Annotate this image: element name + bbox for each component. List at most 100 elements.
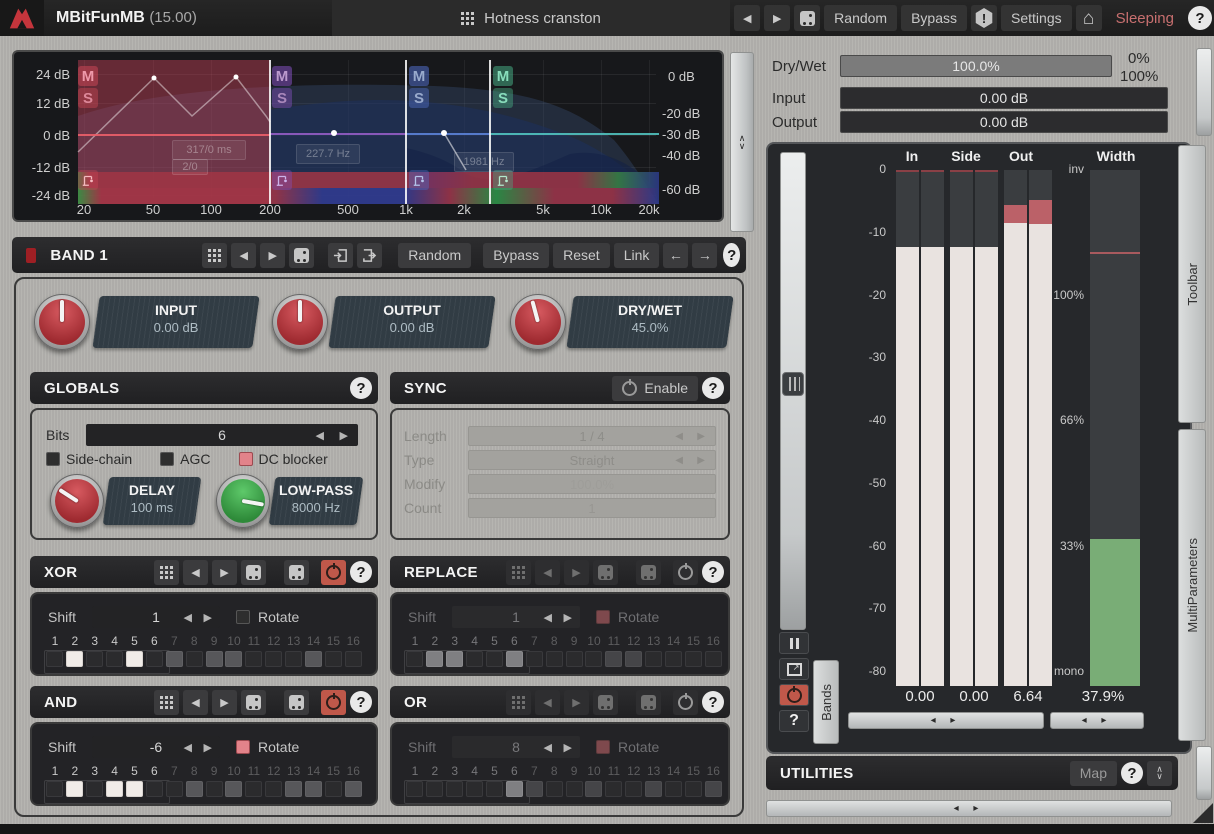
band1-side-badge[interactable]: S — [78, 88, 98, 108]
band-paste-button[interactable] — [357, 243, 382, 268]
meter-popup-button[interactable]: ↗ — [779, 658, 809, 680]
utilities-help-button[interactable]: ? — [1121, 762, 1143, 784]
bit-toggle[interactable] — [705, 651, 722, 667]
bit-toggle[interactable] — [506, 651, 523, 667]
meter-scrollbar-right[interactable]: ◂ ▸ — [1050, 712, 1144, 729]
bit-toggle[interactable] — [305, 651, 322, 667]
band1-harmonics-icon[interactable] — [78, 170, 98, 190]
agc-checkbox[interactable] — [160, 452, 174, 466]
utilities-collapse-button[interactable]: ∧∨ — [1147, 761, 1172, 786]
width-meter[interactable] — [1090, 170, 1140, 686]
meter-style-icon[interactable] — [782, 372, 804, 396]
bit-toggle[interactable] — [665, 651, 682, 667]
randomize-dice-button[interactable] — [794, 5, 820, 31]
band-reset-button[interactable]: Reset — [553, 243, 610, 268]
replace-rotate-checkbox[interactable] — [596, 610, 610, 624]
settings-button[interactable]: Settings — [1001, 5, 1072, 31]
delay-value[interactable]: 100 ms — [106, 500, 198, 515]
and-next-button[interactable]: ▶ — [212, 690, 237, 715]
band1-mid-badge[interactable]: M — [78, 66, 98, 86]
bit-toggle[interactable] — [526, 781, 543, 797]
band-move-left-button[interactable]: ← — [663, 243, 688, 268]
resize-handle[interactable] — [1193, 803, 1213, 823]
and-dice1-button[interactable] — [241, 690, 266, 715]
band2-harmonics-icon[interactable] — [272, 170, 292, 190]
lowpass-knob[interactable] — [216, 474, 270, 528]
bit-toggle[interactable] — [585, 781, 602, 797]
in-meter-left[interactable] — [896, 170, 919, 686]
bit-toggle[interactable] — [206, 651, 223, 667]
bit-toggle[interactable] — [685, 781, 702, 797]
out-meter-left[interactable] — [1004, 170, 1027, 686]
input-knob[interactable] — [34, 294, 90, 350]
bit-toggle[interactable] — [546, 651, 563, 667]
xor-rotate-checkbox[interactable] — [236, 610, 250, 624]
or-shift-bar[interactable]: 8 ◀▶ — [452, 736, 580, 758]
bit-toggle[interactable] — [566, 781, 583, 797]
or-next-button[interactable]: ▶ — [564, 690, 589, 715]
bit-toggle[interactable] — [506, 781, 523, 797]
bit-toggle[interactable] — [206, 781, 223, 797]
preset-selector[interactable]: Hotness cranston — [332, 0, 730, 36]
spectrum-collapse-handle[interactable]: ∧ ∨ — [730, 52, 754, 232]
bit-toggle[interactable] — [66, 781, 83, 797]
or-prev-button[interactable]: ◀ — [535, 690, 560, 715]
drywet-slider[interactable]: 100.0% — [840, 55, 1112, 77]
meter-pause-button[interactable] — [779, 632, 809, 654]
or-help-button[interactable]: ? — [702, 691, 724, 713]
bit-toggle[interactable] — [245, 651, 262, 667]
and-bit-row[interactable]: 12345678910111213141516 — [45, 764, 363, 797]
bit-toggle[interactable] — [225, 651, 242, 667]
sync-type-row[interactable]: Type Straight◀▶ — [404, 450, 716, 470]
bit-toggle[interactable] — [605, 781, 622, 797]
meter-scrollbar-left[interactable]: ◂ ▸ — [848, 712, 1044, 729]
and-help-button[interactable]: ? — [350, 691, 372, 713]
or-rotate-checkbox[interactable] — [596, 740, 610, 754]
bit-toggle[interactable] — [426, 651, 443, 667]
crossover-line-2k5[interactable] — [489, 60, 491, 204]
bit-toggle[interactable] — [285, 651, 302, 667]
or-presets-button[interactable] — [506, 690, 531, 715]
bit-toggle[interactable] — [46, 781, 63, 797]
output-knob[interactable] — [272, 294, 328, 350]
band4-harmonics-icon[interactable] — [493, 170, 513, 190]
bit-toggle[interactable] — [625, 651, 642, 667]
bits-decrement[interactable]: ◀ — [316, 429, 324, 442]
in-meter-right[interactable] — [921, 170, 944, 686]
band4-mid-badge[interactable]: M — [493, 66, 513, 86]
bit-toggle[interactable] — [585, 651, 602, 667]
band-help-button[interactable]: ? — [723, 243, 740, 267]
sidechain-checkbox[interactable] — [46, 452, 60, 466]
replace-dice1-button[interactable] — [593, 560, 618, 585]
and-prev-button[interactable]: ◀ — [183, 690, 208, 715]
bit-toggle[interactable] — [146, 651, 163, 667]
bit-toggle[interactable] — [106, 781, 123, 797]
xor-power-button[interactable] — [321, 560, 346, 585]
bit-toggle[interactable] — [325, 781, 342, 797]
output-value[interactable]: 0.00 dB — [332, 320, 492, 335]
and-rotate-checkbox[interactable] — [236, 740, 250, 754]
bit-toggle[interactable] — [106, 651, 123, 667]
crossover-line-1k[interactable] — [405, 60, 407, 204]
melda-logo-icon[interactable] — [0, 0, 44, 36]
or-power-button[interactable] — [673, 690, 698, 715]
side-meter-left[interactable] — [950, 170, 973, 686]
bit-toggle[interactable] — [645, 651, 662, 667]
bit-toggle[interactable] — [685, 651, 702, 667]
band4-side-badge[interactable]: S — [493, 88, 513, 108]
bit-toggle[interactable] — [665, 781, 682, 797]
meter-power-button[interactable] — [779, 684, 809, 706]
multiband-spectrum-editor[interactable]: M S M S M S M S 317/0 ms 2/0 227.7 Hz 19… — [12, 50, 724, 222]
or-bit-row[interactable]: 12345678910111213141516 — [405, 764, 723, 797]
lowpass-value[interactable]: 8000 Hz — [272, 500, 360, 515]
sync-help-button[interactable]: ? — [702, 377, 724, 399]
or-dice2-button[interactable] — [636, 690, 661, 715]
bit-toggle[interactable] — [345, 651, 362, 667]
bit-toggle[interactable] — [645, 781, 662, 797]
band-dice-button[interactable] — [289, 243, 314, 268]
bit-toggle[interactable] — [126, 781, 143, 797]
bit-toggle[interactable] — [486, 651, 503, 667]
bit-toggle[interactable] — [146, 781, 163, 797]
and-dice2-button[interactable] — [284, 690, 309, 715]
bit-toggle[interactable] — [625, 781, 642, 797]
